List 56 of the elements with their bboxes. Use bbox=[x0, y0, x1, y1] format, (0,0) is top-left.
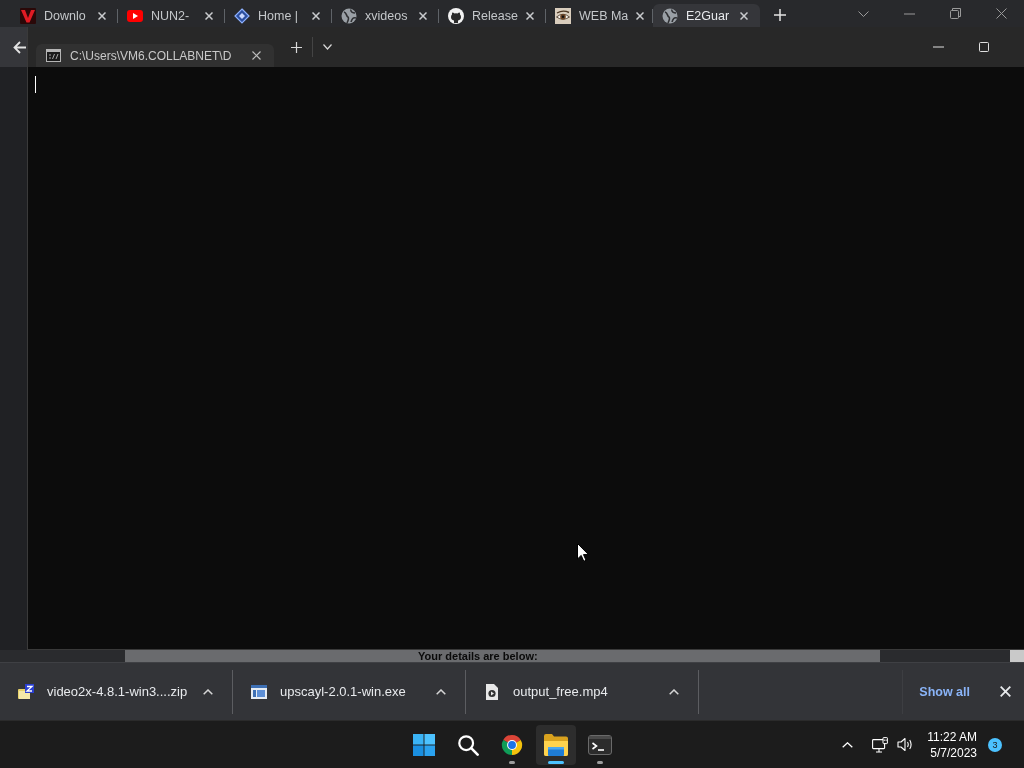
close-icon[interactable] bbox=[252, 51, 261, 60]
video-file-icon bbox=[484, 683, 500, 700]
download-item[interactable]: video2x-4.8.1-win3....zip bbox=[18, 683, 188, 700]
close-icon[interactable] bbox=[419, 11, 427, 20]
logo-icon bbox=[20, 7, 36, 24]
download-item[interactable]: output_free.mp4 bbox=[484, 683, 608, 700]
plus-icon[interactable] bbox=[291, 41, 302, 53]
close-icon[interactable] bbox=[205, 11, 213, 20]
globe-icon bbox=[662, 7, 678, 24]
caret-up-icon[interactable] bbox=[203, 688, 213, 695]
browser-tab[interactable]: Home | bbox=[225, 4, 332, 27]
text-cursor bbox=[35, 76, 36, 93]
close-icon[interactable] bbox=[98, 11, 106, 20]
clock-time: 11:22 AM bbox=[927, 728, 977, 745]
close-icon[interactable] bbox=[636, 11, 645, 20]
maximize-icon[interactable] bbox=[979, 42, 989, 52]
terminal-icon[interactable] bbox=[588, 733, 612, 756]
taskbar-button[interactable] bbox=[536, 724, 576, 765]
close-icon[interactable] bbox=[526, 11, 534, 20]
browser-tab[interactable]: NUN2- bbox=[118, 4, 225, 27]
browser-tab[interactable]: Release bbox=[439, 4, 546, 27]
page-text: Your details are below: bbox=[418, 650, 538, 662]
console-icon bbox=[46, 49, 61, 62]
start-icon[interactable] bbox=[412, 733, 436, 756]
show-all-link[interactable]: Show all bbox=[919, 684, 970, 699]
window-icon bbox=[251, 683, 267, 700]
cat-icon bbox=[448, 7, 464, 24]
close-icon[interactable] bbox=[995, 8, 1007, 19]
restore-icon[interactable] bbox=[949, 8, 961, 19]
browser-tab[interactable]: Downlo bbox=[11, 4, 118, 27]
chevron-down-icon[interactable] bbox=[857, 10, 869, 17]
speaker-icon[interactable] bbox=[897, 737, 914, 752]
diamond-icon bbox=[234, 7, 250, 24]
close-icon[interactable] bbox=[740, 11, 748, 20]
network-icon[interactable] bbox=[872, 736, 889, 753]
browser-tab[interactable]: xvideos bbox=[332, 4, 439, 27]
archive-icon bbox=[18, 683, 34, 700]
search-icon[interactable] bbox=[456, 733, 480, 756]
mouse-pointer-icon bbox=[577, 543, 589, 562]
download-item[interactable]: upscayl-2.0.1-win.exe bbox=[251, 683, 406, 700]
globe-icon bbox=[341, 7, 357, 24]
folder-icon[interactable] bbox=[544, 733, 568, 756]
clock-date: 5/7/2023 bbox=[930, 744, 977, 761]
close-icon[interactable] bbox=[312, 11, 320, 20]
play-icon bbox=[127, 7, 143, 24]
back-arrow-icon[interactable] bbox=[13, 40, 27, 54]
plus-icon[interactable] bbox=[774, 9, 786, 21]
caret-up-icon[interactable] bbox=[669, 688, 679, 695]
eye-icon bbox=[555, 7, 571, 24]
chevron-up-icon[interactable] bbox=[842, 741, 854, 748]
browser-tab[interactable]: WEB Ma bbox=[546, 4, 653, 27]
caret-up-icon[interactable] bbox=[436, 688, 446, 695]
notification-badge[interactable]: 3 bbox=[988, 737, 1002, 752]
terminal-tab[interactable]: C:\Users\VM6.COLLABNET\D bbox=[36, 44, 274, 67]
browser-icon[interactable] bbox=[500, 733, 524, 756]
browser-tab[interactable]: E2Guar bbox=[653, 4, 760, 27]
